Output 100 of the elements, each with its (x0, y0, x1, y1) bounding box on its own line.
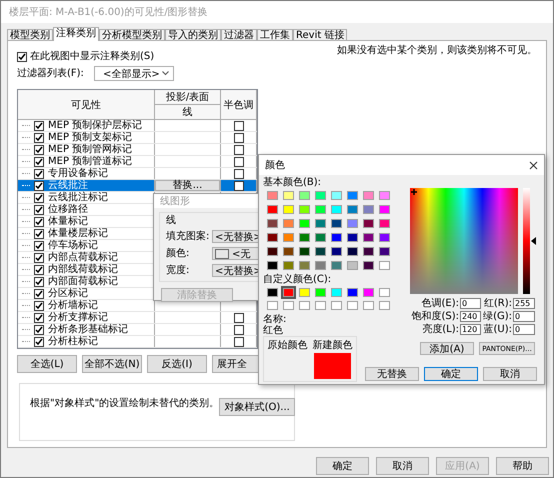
color-swatch[interactable] (379, 191, 390, 200)
color-swatch[interactable] (347, 219, 358, 228)
table-row[interactable]: MEP 预制保护层标记 (18, 120, 257, 132)
checkbox[interactable] (234, 312, 244, 322)
table-row[interactable]: MEP 预制支架标记 (18, 132, 257, 144)
dialog-button[interactable]: 帮助 (496, 457, 549, 475)
color-swatch[interactable] (379, 247, 390, 256)
color-swatch[interactable] (283, 205, 294, 214)
checkbox[interactable] (34, 156, 44, 166)
close-icon[interactable] (529, 160, 538, 170)
color-swatch[interactable] (299, 261, 310, 270)
color-swatch[interactable] (283, 261, 294, 270)
dialog-button[interactable]: 无替换 (365, 367, 419, 381)
table-row[interactable]: MEP 预制管网标记 (18, 144, 257, 156)
color-swatch[interactable] (315, 219, 326, 228)
color-swatch[interactable] (331, 301, 342, 310)
table-row[interactable]: 分析柱标记 (18, 336, 257, 348)
tab[interactable]: 模型类别 (7, 29, 53, 41)
color-swatch[interactable] (315, 261, 326, 270)
table-row[interactable]: 云线批注 替换... (18, 180, 257, 192)
color-swatch[interactable] (363, 301, 374, 310)
checkbox[interactable] (234, 144, 244, 154)
color-swatch[interactable] (267, 301, 278, 310)
color-swatch[interactable] (379, 233, 390, 242)
checkbox[interactable] (34, 144, 44, 154)
value-field[interactable]: 255 (513, 298, 535, 309)
color-swatch[interactable] (267, 261, 278, 270)
tab[interactable]: 注释类别 (53, 27, 99, 41)
checkbox[interactable] (34, 276, 44, 286)
checkbox[interactable] (34, 204, 44, 214)
checkbox[interactable] (34, 168, 44, 178)
tab[interactable]: 过滤器 (221, 29, 257, 41)
tab[interactable]: 导入的类别 (165, 29, 221, 41)
color-swatch[interactable] (379, 219, 390, 228)
color-swatch[interactable] (347, 301, 358, 310)
color-swatch[interactable] (315, 205, 326, 214)
color-swatch[interactable] (299, 219, 310, 228)
color-swatch[interactable] (363, 191, 374, 200)
color-swatch[interactable] (363, 261, 374, 270)
value-field[interactable]: 0 (513, 324, 535, 335)
add-button[interactable]: 添加(A) (420, 342, 474, 355)
color-swatch[interactable] (315, 288, 326, 297)
color-swatch[interactable] (267, 205, 278, 214)
color-swatch[interactable] (299, 288, 310, 297)
table-row[interactable]: 分析条形基础标记 (18, 324, 257, 336)
slider-thumb-icon[interactable] (531, 237, 536, 245)
checkbox[interactable] (34, 252, 44, 262)
tab[interactable]: Revit 链接 (293, 29, 348, 41)
color-swatch[interactable] (299, 205, 310, 214)
checkbox[interactable] (234, 324, 244, 334)
table-row[interactable]: 分析支撑标记 (18, 312, 257, 324)
checkbox[interactable] (34, 288, 44, 298)
checkbox[interactable] (34, 180, 44, 190)
checkbox[interactable] (34, 192, 44, 202)
color-swatch[interactable] (347, 233, 358, 242)
checkbox[interactable] (34, 324, 44, 334)
select-button[interactable]: 全部不选(N) (82, 355, 142, 373)
checkbox[interactable] (34, 336, 44, 346)
tab[interactable]: 分析模型类别 (99, 29, 165, 41)
filter-dropdown[interactable]: <全部显示> (94, 66, 174, 81)
color-swatch[interactable] (299, 233, 310, 242)
table-row[interactable]: 专用设备标记 (18, 168, 257, 180)
color-swatch[interactable] (283, 219, 294, 228)
checkbox[interactable] (34, 216, 44, 226)
color-swatch[interactable] (379, 301, 390, 310)
select-button[interactable]: 全选(L) (17, 355, 77, 373)
checkbox[interactable] (34, 240, 44, 250)
color-swatch[interactable] (283, 247, 294, 256)
dialog-button[interactable]: 确定 (424, 367, 478, 381)
checkbox[interactable] (234, 156, 244, 166)
checkbox[interactable] (34, 228, 44, 238)
color-swatch[interactable] (363, 205, 374, 214)
checkbox[interactable] (234, 168, 244, 178)
checkbox[interactable] (234, 120, 244, 130)
checkbox[interactable] (34, 120, 44, 130)
checkbox[interactable] (34, 264, 44, 274)
color-swatch[interactable] (347, 261, 358, 270)
dialog-button[interactable]: 取消 (376, 457, 429, 475)
color-swatch[interactable] (331, 288, 342, 297)
color-swatch[interactable] (331, 191, 342, 200)
color-swatch[interactable] (267, 219, 278, 228)
color-swatch[interactable] (331, 247, 342, 256)
color-swatch[interactable] (363, 288, 374, 297)
checkbox[interactable] (234, 132, 244, 142)
color-swatch[interactable] (267, 233, 278, 242)
color-swatch[interactable] (315, 233, 326, 242)
color-swatch[interactable] (299, 191, 310, 200)
color-swatch[interactable] (267, 288, 278, 297)
color-swatch[interactable] (363, 247, 374, 256)
color-swatch[interactable] (379, 288, 390, 297)
object-styles-button[interactable]: 对象样式(O)... (219, 398, 296, 416)
checkbox[interactable] (234, 336, 244, 346)
color-swatch[interactable] (379, 205, 390, 214)
tab[interactable]: 工作集 (257, 29, 293, 41)
checkbox[interactable] (17, 52, 27, 62)
checkbox[interactable] (34, 312, 44, 322)
color-swatch[interactable] (299, 301, 310, 310)
override-button[interactable]: 替换... (155, 180, 220, 191)
color-swatch[interactable] (331, 233, 342, 242)
color-swatch[interactable] (347, 288, 358, 297)
